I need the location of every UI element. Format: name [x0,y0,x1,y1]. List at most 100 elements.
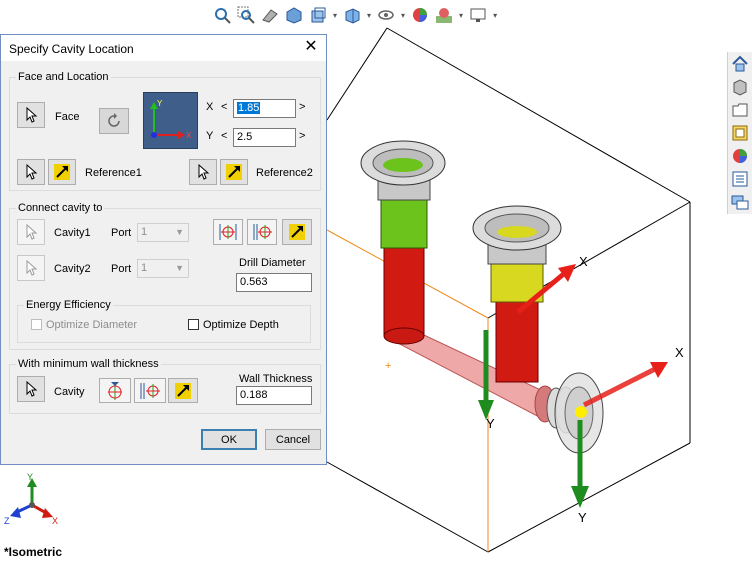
port2-value: 1 [141,262,148,274]
reference1-options-button[interactable] [48,159,76,185]
select-reference1-button[interactable] [17,159,45,185]
cavity-left [360,140,446,345]
pointer-icon [26,260,38,276]
edit-appearance-icon[interactable] [410,5,430,25]
view-palette-icon[interactable] [729,122,751,144]
forum-icon[interactable] [729,191,751,213]
port2-select[interactable]: 1 ▼ [137,259,189,278]
view-name: *Isometric [4,545,63,559]
arrow-x-label-2: X [675,345,684,360]
wall-cavity-label: Cavity [54,386,85,398]
resources-icon[interactable] [729,76,751,98]
section-view-icon[interactable] [284,5,304,25]
scene-dropdown[interactable]: ▾ [459,11,463,20]
reference2-options-button[interactable] [220,159,248,185]
drill-diameter-field[interactable]: 0.563 [236,273,312,292]
arrow-y-label-1: Y [486,416,495,431]
x-label: X [206,101,214,113]
home-icon[interactable] [729,53,751,75]
folder-icon[interactable] [729,99,751,121]
x-coordinate-value: 1.85 [237,102,261,114]
triad-x-label: X [52,516,58,526]
pointer-icon [26,164,38,180]
connect-reverse-button[interactable] [282,219,312,245]
port1-select[interactable]: 1 ▼ [137,223,189,242]
face-label: Face [55,111,80,123]
triad-z-label: Z [4,516,10,526]
optimize-diameter-checkbox[interactable] [31,319,42,330]
port1-value: 1 [141,226,148,238]
zoom-to-fit-icon[interactable] [212,5,232,25]
display-style-dropdown[interactable]: ▾ [367,11,371,20]
dynamic-annotation-icon[interactable] [308,5,328,25]
previous-view-icon[interactable] [260,5,280,25]
flip-face-button[interactable] [99,108,129,134]
select-reference2-button[interactable] [189,159,217,185]
apply-scene-icon[interactable] [434,5,454,25]
y-increase-arrow[interactable]: > [299,130,305,142]
wall-check-axial-button[interactable] [99,378,131,403]
select-cavity2-button[interactable] [17,255,45,281]
cancel-button[interactable]: Cancel [265,429,321,450]
y-label: Y [206,130,214,142]
group-title: Connect cavity to [16,202,105,214]
display-style-icon[interactable] [342,5,362,25]
appearances-icon[interactable] [729,145,751,167]
task-pane-tabs [727,52,752,214]
view-settings-dropdown[interactable]: ▾ [493,11,497,20]
align-offset-button[interactable] [247,219,277,245]
align-axes-icon [219,224,237,240]
x-decrease-arrow[interactable]: < [221,101,227,113]
x-coordinate-field[interactable]: 1.85 [233,99,296,118]
wall-thickness-label: Wall Thickness [239,373,313,385]
custom-properties-icon[interactable] [729,168,751,190]
heads-up-view-toolbar: ▾ ▾ ▾ ▾ ▾ [210,2,500,28]
port1-label: Port [111,227,132,239]
x-increase-arrow[interactable]: > [299,101,305,113]
pointer-icon [198,164,210,180]
reference-arrow-icon [175,382,191,399]
view-orientation-dropdown[interactable]: ▾ [333,11,337,20]
align-axes-button[interactable] [213,219,243,245]
chevron-down-icon: ▼ [175,227,184,237]
hide-show-dropdown[interactable]: ▾ [401,11,405,20]
rotate-icon [108,113,120,127]
port2-label: Port [111,263,132,275]
pointer-icon [26,224,38,240]
wall-axial-icon [108,381,122,400]
select-face-button[interactable] [17,102,45,128]
close-button[interactable]: ✕ [302,38,320,56]
hide-show-items-icon[interactable] [376,5,396,25]
y-coordinate-field[interactable]: 2.5 [233,128,296,147]
select-cavity1-button[interactable] [17,219,45,245]
select-wall-cavity-button[interactable] [17,376,45,402]
specify-cavity-location-dialog: Specify Cavity Location ✕ Face and Locat… [0,34,327,465]
chevron-down-icon: ▼ [175,263,184,273]
origin-marker: + [385,360,391,372]
y-decrease-arrow[interactable]: < [221,130,227,142]
arrow-y-label-2: Y [578,510,587,525]
optimize-diameter-label: Optimize Diameter [46,319,138,331]
ok-button[interactable]: OK [201,429,257,450]
group-title: With minimum wall thickness [16,358,161,370]
arrow-x-label-1: X [579,254,588,269]
zoom-to-area-icon[interactable] [236,5,256,25]
triad-y-label: Y [27,472,33,482]
optimize-depth-checkbox[interactable] [188,319,199,330]
align-offset-icon [253,224,272,240]
wall-thickness-field[interactable]: 0.188 [236,386,312,405]
reference1-label: Reference1 [85,167,142,179]
view-triad [10,478,53,518]
pointer-icon [26,381,38,397]
wall-offset-icon [140,382,160,399]
dialog-title: Specify Cavity Location [9,42,134,56]
reference2-label: Reference2 [256,167,313,179]
reference-arrow-icon [289,224,305,240]
dialog-titlebar: Specify Cavity Location ✕ [1,35,326,61]
cavity1-label: Cavity1 [54,227,91,239]
cavity2-label: Cavity2 [54,263,91,275]
view-settings-icon[interactable] [468,5,488,25]
wall-reverse-button[interactable] [168,378,198,403]
wall-check-offset-button[interactable] [134,378,166,403]
pointer-icon [26,107,38,123]
